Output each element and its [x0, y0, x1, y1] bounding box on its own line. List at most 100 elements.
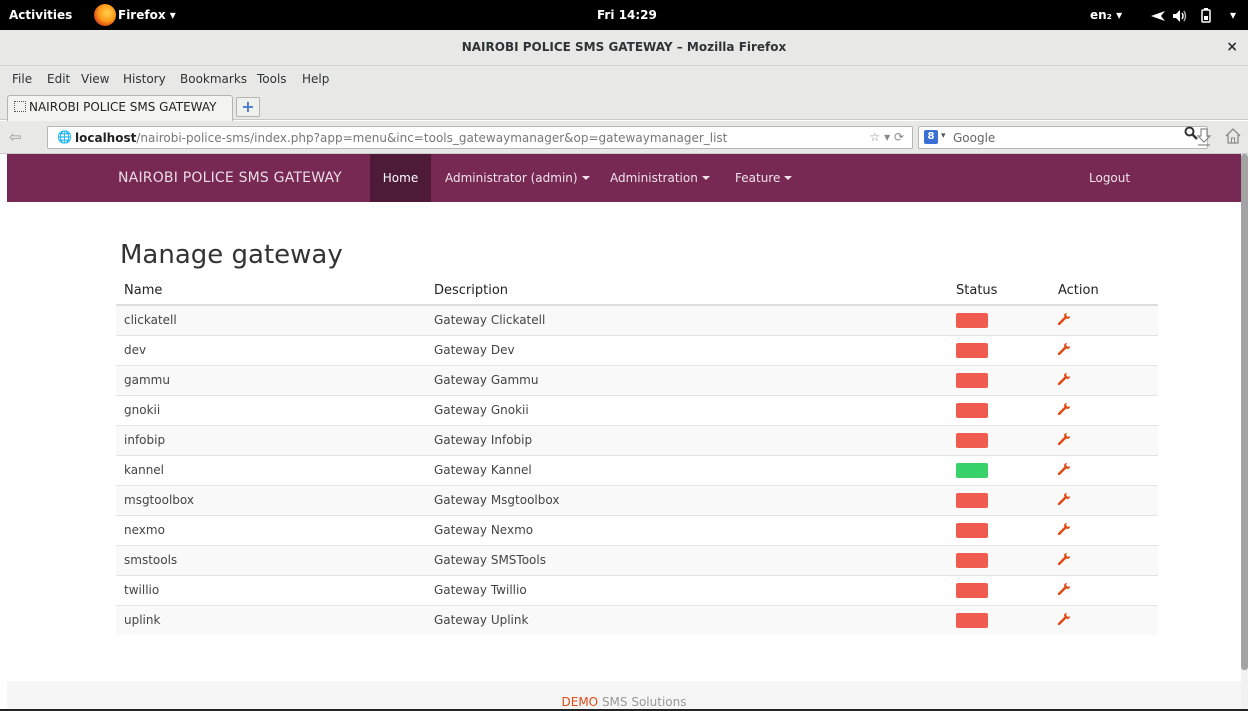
status-indicator: [956, 372, 988, 388]
caret-down-icon: [701, 176, 710, 180]
gateway-status-cell: [948, 394, 1050, 425]
table-row: clickatell Gateway Clickatell: [116, 304, 1158, 335]
status-indicator: [956, 312, 988, 328]
scrollbar-thumb[interactable]: [1241, 154, 1248, 670]
search-input[interactable]: Google: [953, 131, 995, 145]
nav-administrator-label: Administrator (admin): [445, 171, 578, 185]
gateway-name: gammu: [116, 364, 426, 395]
url-bar[interactable]: 🌐 localhost/nairobi-police-sms/index.php…: [47, 126, 913, 149]
wrench-icon[interactable]: [1057, 432, 1071, 448]
wrench-icon[interactable]: [1057, 492, 1071, 508]
wrench-icon[interactable]: [1057, 522, 1071, 538]
column-header-status: Status: [948, 276, 1050, 306]
url-text[interactable]: localhost/nairobi-police-sms/index.php?a…: [75, 131, 727, 145]
url-controls[interactable]: ☆ ▾ ⟳: [870, 130, 904, 144]
menu-view[interactable]: View: [81, 72, 109, 86]
gateway-name: msgtoolbox: [116, 484, 426, 515]
nav-logout[interactable]: Logout: [1089, 171, 1130, 185]
gateway-status-cell: [948, 454, 1050, 485]
tab-label: NAIROBI POLICE SMS GATEWAY: [29, 100, 217, 114]
site-identity-icon[interactable]: 🌐: [57, 130, 72, 144]
gateway-description: Gateway SMSTools: [426, 544, 948, 575]
window-title-bar: NAIROBI POLICE SMS GATEWAY – Mozilla Fir…: [0, 30, 1248, 66]
search-bar[interactable]: 8 ▾ Google: [918, 126, 1208, 149]
nav-feature-label: Feature: [735, 171, 781, 185]
system-menu-icon[interactable]: ▾: [1230, 0, 1236, 30]
status-indicator: [956, 582, 988, 598]
tab-bar: NAIROBI POLICE SMS GATEWAY +: [0, 94, 1248, 121]
table-row: smstools Gateway SMSTools: [116, 544, 1158, 575]
gateway-name: nexmo: [116, 514, 426, 545]
menu-tools[interactable]: Tools: [257, 72, 287, 86]
status-indicator: [956, 492, 988, 508]
gateway-status-cell: [948, 304, 1050, 335]
table-row: msgtoolbox Gateway Msgtoolbox: [116, 484, 1158, 515]
brand-link[interactable]: NAIROBI POLICE SMS GATEWAY: [118, 170, 342, 186]
table-row: gnokii Gateway Gnokii: [116, 394, 1158, 425]
gateway-status-cell: [948, 334, 1050, 365]
nav-administration-dropdown[interactable]: Administration: [610, 171, 710, 185]
table-row: uplink Gateway Uplink: [116, 604, 1158, 635]
download-icon[interactable]: [1196, 128, 1212, 150]
wrench-icon[interactable]: [1057, 312, 1071, 328]
clock[interactable]: Fri 14:29: [597, 0, 657, 30]
menu-file[interactable]: File: [12, 72, 32, 86]
wrench-icon[interactable]: [1057, 372, 1071, 388]
search-engine-icon[interactable]: 8: [924, 130, 938, 144]
column-header-action: Action: [1050, 276, 1158, 306]
window-close-button[interactable]: ×: [1226, 39, 1238, 55]
airplane-icon[interactable]: [1150, 0, 1166, 30]
nav-administrator-dropdown[interactable]: Administrator (admin): [445, 171, 590, 185]
column-header-description: Description: [426, 276, 948, 306]
gateway-action-cell: [1050, 304, 1158, 335]
input-source-menu[interactable]: en₂ ▾: [1090, 0, 1122, 30]
search-engine-dropdown-icon[interactable]: ▾: [941, 131, 946, 141]
menu-help[interactable]: Help: [302, 72, 329, 86]
menu-bookmarks[interactable]: Bookmarks: [180, 72, 247, 86]
nav-home[interactable]: Home: [370, 154, 431, 202]
wrench-icon[interactable]: [1057, 462, 1071, 478]
gateway-description: Gateway Gnokii: [426, 394, 948, 425]
url-host: localhost: [75, 131, 137, 145]
app-menu-label: Firefox ▾: [118, 8, 176, 22]
home-icon[interactable]: [1224, 127, 1242, 149]
gateway-description: Gateway Nexmo: [426, 514, 948, 545]
gateway-description: Gateway Kannel: [426, 454, 948, 485]
page-footer: DEMO SMS Solutions: [7, 681, 1241, 711]
volume-icon[interactable]: [1172, 0, 1190, 30]
gateway-status-cell: [948, 604, 1050, 635]
tab-nairobi-police-sms-gateway[interactable]: NAIROBI POLICE SMS GATEWAY: [7, 95, 233, 121]
gateway-action-cell: [1050, 574, 1158, 605]
battery-icon[interactable]: [1198, 0, 1214, 30]
gateway-name: gnokii: [116, 394, 426, 425]
firefox-app-menu[interactable]: Firefox ▾: [94, 0, 176, 30]
gateway-name: smstools: [116, 544, 426, 575]
table-row: gammu Gateway Gammu: [116, 364, 1158, 395]
status-indicator: [956, 612, 988, 628]
gateway-description: Gateway Dev: [426, 334, 948, 365]
menu-edit[interactable]: Edit: [47, 72, 70, 86]
back-arrow-icon[interactable]: ⇦: [9, 128, 22, 146]
gnome-top-bar: Activities Firefox ▾ Fri 14:29 en₂ ▾ ▾: [0, 0, 1248, 30]
table-row: nexmo Gateway Nexmo: [116, 514, 1158, 545]
firefox-logo-icon: [94, 3, 116, 26]
wrench-icon[interactable]: [1057, 342, 1071, 358]
menu-history[interactable]: History: [123, 72, 166, 86]
footer-demo-link[interactable]: DEMO: [562, 695, 599, 709]
nav-feature-dropdown[interactable]: Feature: [735, 171, 793, 185]
gateway-description: Gateway Twillio: [426, 574, 948, 605]
gateway-action-cell: [1050, 364, 1158, 395]
wrench-icon[interactable]: [1057, 612, 1071, 628]
column-header-name: Name: [116, 276, 426, 306]
wrench-icon[interactable]: [1057, 552, 1071, 568]
wrench-icon[interactable]: [1057, 582, 1071, 598]
gateway-action-cell: [1050, 514, 1158, 545]
gateway-action-cell: [1050, 394, 1158, 425]
gateway-action-cell: [1050, 334, 1158, 365]
gateway-status-cell: [948, 544, 1050, 575]
new-tab-button[interactable]: +: [236, 97, 260, 117]
table-row: kannel Gateway Kannel: [116, 454, 1158, 485]
activities-button[interactable]: Activities: [9, 0, 72, 30]
wrench-icon[interactable]: [1057, 402, 1071, 418]
gateway-table: Name Description Status Action clickatel…: [116, 276, 1158, 635]
